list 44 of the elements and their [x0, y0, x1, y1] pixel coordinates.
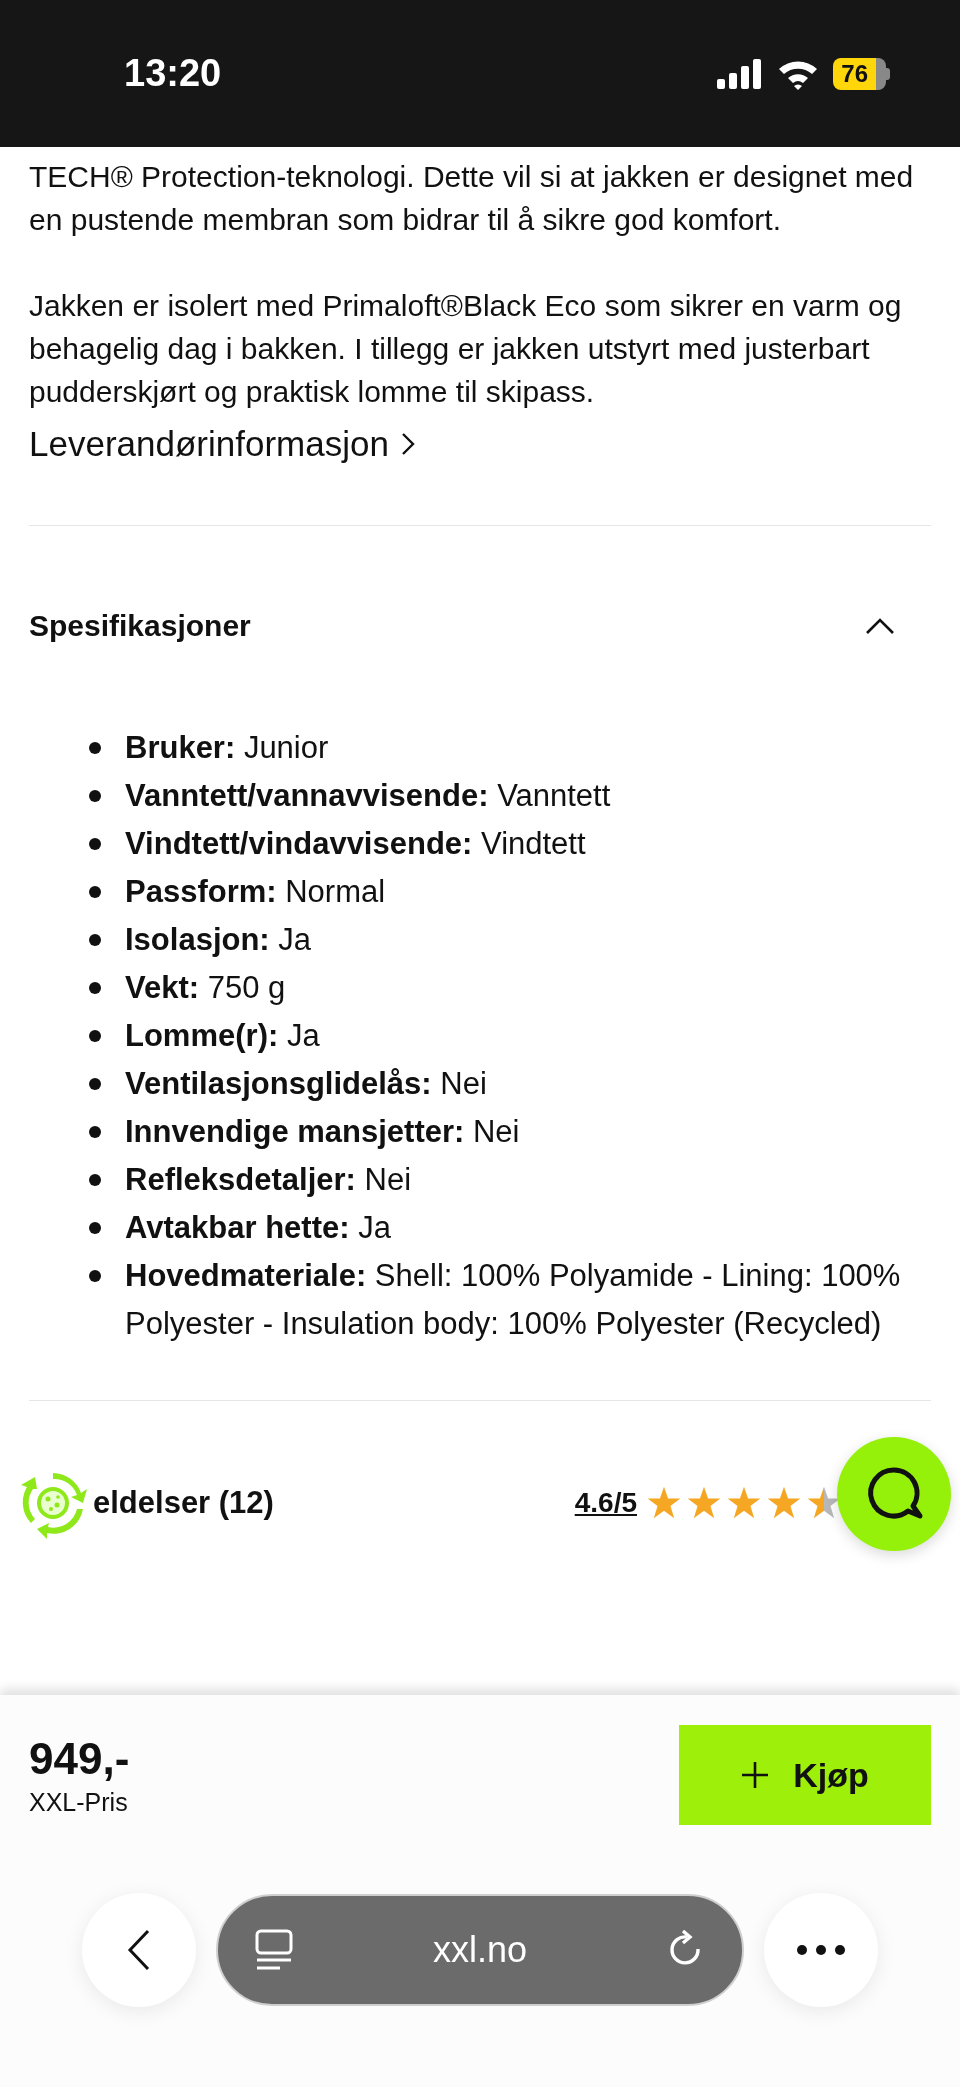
bullet-icon [89, 1222, 101, 1234]
reader-icon [254, 1928, 294, 1972]
specification-text: Vekt: 750 g [125, 969, 287, 1007]
chevron-right-icon [400, 432, 415, 456]
rating-link[interactable]: 4.6/5 [574, 1487, 637, 1519]
specification-text: Isolasjon: Ja [125, 921, 313, 959]
specification-text: Vindtett/vindavvisende: Vindtett [125, 825, 587, 863]
address-bar[interactable]: xxl.no [216, 1894, 744, 2006]
bullet-icon [89, 1078, 101, 1090]
specification-text: Ventilasjonsglidelås: Nei [125, 1065, 488, 1103]
price: 949,- [29, 1733, 130, 1784]
signal-icon [717, 58, 764, 89]
specification-text: Vanntett/vannavvisende: Vanntett [125, 777, 612, 815]
reviews-title[interactable]: eldelser (12) [93, 1485, 274, 1521]
description-paragraph: Jakken er isolert med Primaloft®Black Eco som sikrer en varm og behagelig dag i bakken. I tillegg er jakken utstyrt med justerbart pudderskjørt og praktisk lomme til skipass. [29, 288, 903, 410]
bullet-icon [89, 1270, 101, 1282]
battery-level: 76 [833, 57, 886, 90]
clock: 13:20 [124, 52, 222, 95]
specification-text: Passform: Normal [125, 873, 387, 911]
bullet-icon [89, 1030, 101, 1042]
bullet-icon [89, 982, 101, 994]
specifications-header[interactable]: Spesifikasjoner [29, 576, 931, 676]
price-label: XXL-Pris [29, 1787, 129, 1817]
more-icon [796, 1944, 846, 1956]
bullet-icon [89, 1126, 101, 1138]
url-text: xxl.no [432, 1929, 527, 1971]
buy-button[interactable]: Kjøp [679, 1725, 931, 1825]
back-icon [127, 1929, 151, 1971]
bullet-icon [89, 838, 101, 850]
bullet-icon [89, 934, 101, 946]
bullet-icon [89, 790, 101, 802]
specification-text: Hovedmateriale: Shell: 100% Polyamide - Lining: 100% Polyester - Insulation body: 100% Polyester (Recycled) [125, 1257, 902, 1343]
specification-text: Refleksdetaljer: Nei [125, 1161, 413, 1199]
specification-text: Bruker: Junior [125, 729, 330, 767]
description-paragraph: TECH® Protection-teknologi. Dette vil si at jakken er designet med en pustende membran som bidrar til å sikre god komfort. [29, 159, 915, 238]
bullet-icon [89, 1174, 101, 1186]
plus-icon [741, 1761, 770, 1789]
supplier-info-link[interactable]: Leverandørinformasjon [29, 419, 415, 469]
specification-text: Avtakbar hette: Ja [125, 1209, 392, 1247]
bullet-icon [89, 886, 101, 898]
bullet-icon [89, 742, 101, 754]
section-title: Spesifikasjoner [29, 609, 251, 643]
specification-text: Lomme(r): Ja [125, 1017, 321, 1055]
specification-text: Innvendige mansjetter: Nei [125, 1113, 521, 1151]
